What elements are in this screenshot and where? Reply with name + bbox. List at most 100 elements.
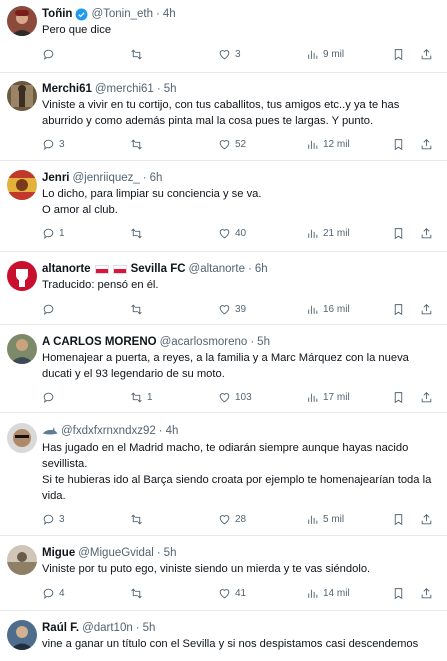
like-count: 103 xyxy=(235,391,252,403)
tweet[interactable]: Jenri @jenriiquez_ · 6h Lo dicho, para l… xyxy=(0,161,447,252)
like-button[interactable]: 103 xyxy=(218,388,252,406)
reply-icon xyxy=(43,392,54,403)
bookmark-button[interactable] xyxy=(392,388,405,406)
views-button[interactable]: 12 mil xyxy=(306,135,350,153)
display-name[interactable]: Raúl F. xyxy=(42,620,79,636)
reply-button[interactable] xyxy=(42,300,59,318)
retweet-button[interactable] xyxy=(130,224,147,242)
bookmark-button[interactable] xyxy=(392,224,405,242)
handle[interactable]: @merchi61 xyxy=(95,81,154,97)
tweet-header: altanorte Sevilla FC @altanorte · 6h xyxy=(42,261,439,277)
handle[interactable]: @jenriiquez_ xyxy=(73,170,140,186)
share-button[interactable] xyxy=(420,300,433,318)
like-button[interactable]: 40 xyxy=(218,224,246,242)
avatar[interactable] xyxy=(7,81,37,111)
reply-button[interactable]: 1 xyxy=(42,224,65,242)
display-name[interactable]: altanorte xyxy=(42,261,91,277)
timestamp[interactable]: 5h xyxy=(143,620,156,636)
views-button[interactable]: 9 mil xyxy=(306,45,344,63)
views-chart-icon xyxy=(308,515,318,524)
tweet-header: @fxdxfxrnxndxz92 · 4h xyxy=(42,423,439,439)
avatar[interactable] xyxy=(7,261,37,291)
tweet-text: Viniste a vivir en tu cortijo, con tus c… xyxy=(42,99,400,127)
views-button[interactable]: 17 mil xyxy=(306,388,350,406)
tweet-header: Toñin @Tonin_eth · 4h xyxy=(42,6,439,22)
like-button[interactable]: 39 xyxy=(218,300,246,318)
handle[interactable]: @fxdxfxrnxndxz92 xyxy=(61,423,156,439)
views-button[interactable]: 14 mil xyxy=(306,584,350,602)
retweet-icon xyxy=(131,304,142,314)
share-button[interactable] xyxy=(420,135,433,153)
like-button[interactable]: 52 xyxy=(218,135,246,153)
reply-button[interactable]: 4 xyxy=(42,584,65,602)
retweet-button[interactable] xyxy=(130,45,147,63)
avatar[interactable] xyxy=(7,170,37,200)
views-button[interactable]: 16 mil xyxy=(306,300,350,318)
timestamp[interactable]: 6h xyxy=(150,170,163,186)
tweet[interactable]: Migue @MigueGvidal · 5h Viniste por tu p… xyxy=(0,536,447,611)
tweet[interactable]: A CARLOS MORENO @acarlosmoreno · 5h Home… xyxy=(0,325,447,413)
like-button[interactable]: 3 xyxy=(218,45,241,63)
views-button[interactable]: 21 mil xyxy=(306,224,350,242)
timestamp[interactable]: 5h xyxy=(257,334,270,350)
retweet-button[interactable] xyxy=(130,510,147,528)
share-button[interactable] xyxy=(420,584,433,602)
view-count: 21 mil xyxy=(323,227,350,239)
timestamp[interactable]: 5h xyxy=(164,81,177,97)
avatar[interactable] xyxy=(7,423,37,453)
share-button[interactable] xyxy=(420,224,433,242)
tweet[interactable]: altanorte Sevilla FC @altanorte · 6h Tra… xyxy=(0,252,447,325)
handle[interactable]: @MigueGvidal xyxy=(78,545,154,561)
tweet-text: Traducido: pensó en él. xyxy=(42,279,159,291)
view-count: 17 mil xyxy=(323,391,350,403)
tweet[interactable]: Merchi61 @merchi61 · 5h Viniste a vivir … xyxy=(0,73,447,161)
bookmark-button[interactable] xyxy=(392,135,405,153)
retweet-button[interactable] xyxy=(130,300,147,318)
timestamp[interactable]: 4h xyxy=(163,6,176,22)
like-button[interactable]: 28 xyxy=(218,510,246,528)
avatar[interactable] xyxy=(7,620,37,650)
handle[interactable]: @acarlosmoreno xyxy=(160,334,248,350)
share-button[interactable] xyxy=(420,45,433,63)
reply-button[interactable] xyxy=(42,388,59,406)
avatar[interactable] xyxy=(7,334,37,364)
reply-button[interactable] xyxy=(42,45,59,63)
bookmark-button[interactable] xyxy=(392,300,405,318)
tweet[interactable]: Toñin @Tonin_eth · 4h Pero que dice 3 9 … xyxy=(0,0,447,73)
retweet-icon xyxy=(131,49,142,59)
handle[interactable]: @Tonin_eth xyxy=(91,6,153,22)
timestamp[interactable]: 4h xyxy=(166,423,179,439)
tweet[interactable]: Raúl F. @dart10n · 5h vine a ganar un tí… xyxy=(0,611,447,661)
action-bar: 3 52 12 mil xyxy=(42,135,447,153)
reply-button[interactable]: 3 xyxy=(42,135,65,153)
tweet[interactable]: @fxdxfxrnxndxz92 · 4h Has jugado en el M… xyxy=(0,413,447,536)
retweet-button[interactable]: 1 xyxy=(130,388,153,406)
share-icon xyxy=(421,513,432,524)
timestamp[interactable]: 6h xyxy=(255,261,268,277)
retweet-button[interactable] xyxy=(130,584,147,602)
display-name[interactable]: Toñin xyxy=(42,6,72,22)
views-chart-icon xyxy=(308,229,318,238)
display-name[interactable]: Migue xyxy=(42,545,75,561)
bookmark-icon xyxy=(394,391,403,403)
like-button[interactable]: 41 xyxy=(218,584,246,602)
action-bar: 3 28 5 mil xyxy=(42,510,447,528)
handle[interactable]: @altanorte xyxy=(189,261,245,277)
display-name[interactable]: A CARLOS MORENO xyxy=(42,334,157,350)
heart-icon xyxy=(219,139,230,149)
display-name[interactable]: Merchi61 xyxy=(42,81,92,97)
avatar[interactable] xyxy=(7,545,37,575)
views-button[interactable]: 5 mil xyxy=(306,510,344,528)
share-button[interactable] xyxy=(420,388,433,406)
retweet-button[interactable] xyxy=(130,135,147,153)
bookmark-button[interactable] xyxy=(392,584,405,602)
display-name[interactable]: Jenri xyxy=(42,170,70,186)
view-count: 16 mil xyxy=(323,303,350,315)
bookmark-button[interactable] xyxy=(392,45,405,63)
reply-button[interactable]: 3 xyxy=(42,510,65,528)
bookmark-button[interactable] xyxy=(392,510,405,528)
share-button[interactable] xyxy=(420,510,433,528)
timestamp[interactable]: 5h xyxy=(164,545,177,561)
avatar[interactable] xyxy=(7,6,37,36)
handle[interactable]: @dart10n xyxy=(82,620,133,636)
